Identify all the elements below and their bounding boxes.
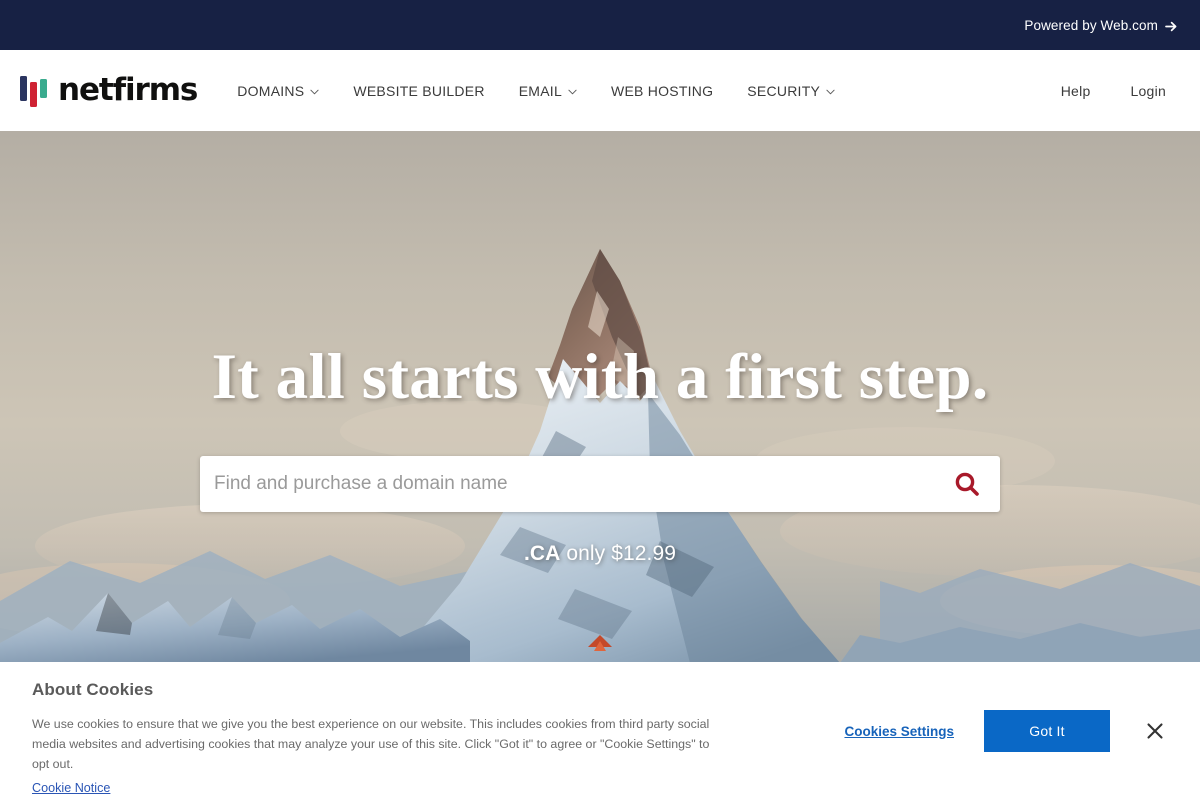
promo-tld: .CA: [523, 542, 561, 566]
nav-item-email[interactable]: EMAIL: [502, 77, 594, 105]
login-link[interactable]: Login: [1110, 77, 1178, 105]
chevron-down-icon: [826, 89, 835, 95]
cookie-banner-body: We use cookies to ensure that we give yo…: [32, 717, 710, 772]
cookie-consent-banner: About Cookies We use cookies to ensure t…: [0, 662, 1200, 800]
cookie-banner-actions: Cookies Settings Got It: [722, 680, 1176, 752]
login-label: Login: [1130, 82, 1166, 99]
nav-item-label: WEBSITE BUILDER: [353, 82, 485, 99]
netfirms-logo[interactable]: netfirms: [20, 72, 198, 109]
chevron-down-icon: [310, 89, 319, 95]
cookie-banner-close-button[interactable]: [1142, 718, 1168, 744]
nav-item-label: DOMAINS: [237, 82, 305, 99]
search-icon: [954, 471, 980, 497]
top-utility-bar: Powered by Web.com: [0, 0, 1200, 50]
hero-content: It all starts with a first step. .CA onl…: [0, 131, 1200, 663]
primary-navigation: DOMAINS WEBSITE BUILDER EMAIL WEB HOSTIN…: [229, 77, 1040, 105]
domain-search-input[interactable]: [200, 456, 934, 513]
cookie-banner-title: About Cookies: [32, 680, 154, 699]
nav-item-label: WEB HOSTING: [610, 82, 714, 99]
cookie-notice-link[interactable]: Cookie Notice: [32, 781, 110, 795]
arrow-right-icon: [1165, 20, 1178, 33]
powered-by-label: Powered by Web.com: [1024, 17, 1158, 33]
domain-search-button[interactable]: [934, 456, 1000, 512]
nav-item-label: EMAIL: [518, 82, 562, 99]
nav-item-label: SECURITY: [747, 82, 821, 99]
cookie-text-column: About Cookies We use cookies to ensure t…: [32, 680, 722, 797]
powered-by-webcom-link[interactable]: Powered by Web.com: [1024, 18, 1178, 33]
close-icon: [1145, 721, 1165, 741]
cookie-accept-button[interactable]: Got It: [984, 710, 1110, 752]
nav-item-domains[interactable]: DOMAINS: [229, 77, 336, 105]
promo-price: only $12.99: [560, 542, 677, 566]
promo-price-text: .CA only $12.99: [524, 542, 676, 566]
header-secondary-links: Help Login: [1041, 77, 1178, 105]
domain-search-bar: [200, 456, 1000, 513]
nav-item-web-hosting[interactable]: WEB HOSTING: [594, 77, 730, 105]
netfirms-bars-logo-icon: [20, 73, 49, 109]
cookies-settings-link[interactable]: Cookies Settings: [844, 724, 954, 739]
site-header: netfirms DOMAINS WEBSITE BUILDER EMAIL W…: [0, 50, 1200, 131]
nav-item-security[interactable]: SECURITY: [730, 77, 852, 105]
help-link[interactable]: Help: [1041, 77, 1111, 105]
hero-headline: It all starts with a first step.: [211, 341, 989, 413]
chevron-down-icon: [568, 89, 577, 95]
logo-wordmark: netfirms: [58, 72, 198, 108]
help-label: Help: [1060, 82, 1091, 99]
nav-item-website-builder[interactable]: WEBSITE BUILDER: [336, 77, 501, 105]
hero-section: It all starts with a first step. .CA onl…: [0, 131, 1200, 663]
